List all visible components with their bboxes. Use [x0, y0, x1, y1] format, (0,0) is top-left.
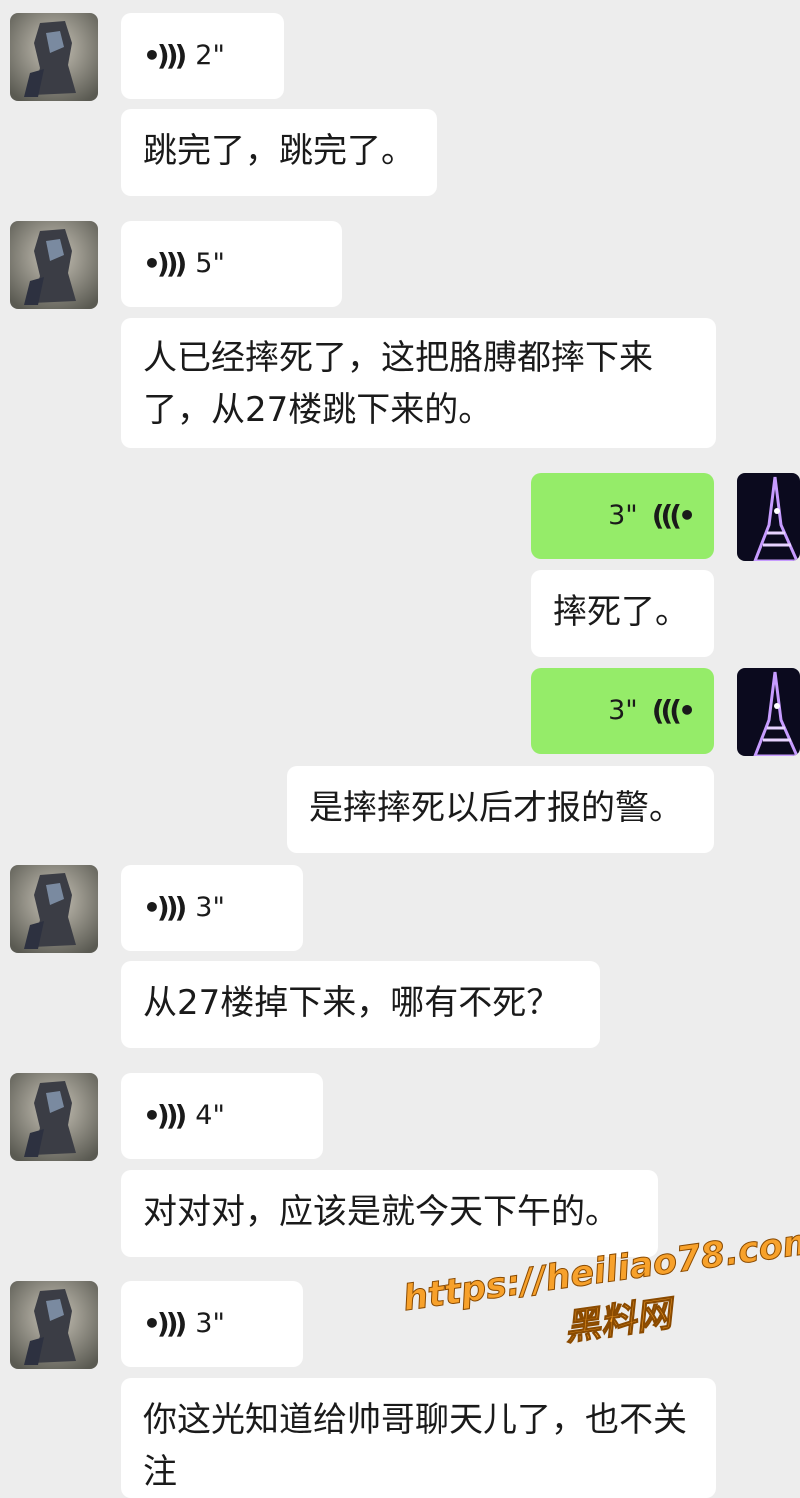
message-text: 对对对，应该是就今天下午的。 — [143, 1192, 619, 1232]
text-message[interactable]: 你这光知道给帅哥聊天儿了，也不关注 — [121, 1378, 716, 1498]
message-text: 跳完了，跳完了。 — [143, 131, 415, 171]
my-avatar[interactable] — [737, 668, 800, 756]
voice-duration: 3" — [608, 695, 638, 726]
voice-wave-icon: •))) — [143, 891, 187, 924]
message-text: 你这光知道给帅哥聊天儿了，也不关注 — [143, 1400, 687, 1492]
voice-message-sent[interactable]: 3" (((• — [531, 668, 714, 754]
voice-message[interactable]: •))) 3" — [121, 1281, 303, 1367]
tower-avatar-image — [737, 473, 800, 561]
my-avatar[interactable] — [737, 473, 800, 561]
text-message[interactable]: 跳完了，跳完了。 — [121, 109, 437, 196]
robot-avatar-image — [10, 13, 98, 101]
voice-message[interactable]: •))) 3" — [121, 865, 303, 951]
robot-avatar-image — [10, 865, 98, 953]
text-message-sent[interactable]: 是摔摔死以后才报的警。 — [287, 766, 714, 853]
text-message[interactable]: 人已经摔死了，这把胳膊都摔下来了，从27楼跳下来的。 — [121, 318, 716, 448]
voice-duration: 5" — [195, 248, 225, 279]
voice-wave-icon: •))) — [143, 1307, 187, 1340]
voice-duration: 3" — [195, 892, 225, 923]
text-message[interactable]: 从27楼掉下来，哪有不死？ — [121, 961, 600, 1048]
contact-avatar[interactable] — [10, 1281, 98, 1369]
contact-avatar[interactable] — [10, 865, 98, 953]
voice-message[interactable]: •))) 2" — [121, 13, 284, 99]
voice-message[interactable]: •))) 5" — [121, 221, 342, 307]
voice-wave-icon: (((• — [651, 499, 696, 532]
contact-avatar[interactable] — [10, 221, 98, 309]
text-message-sent[interactable]: 摔死了。 — [531, 570, 714, 657]
voice-duration: 4" — [195, 1100, 225, 1131]
voice-message-sent[interactable]: 3" (((• — [531, 473, 714, 559]
voice-wave-icon: •))) — [143, 247, 187, 280]
voice-wave-icon: •))) — [143, 39, 187, 72]
voice-wave-icon: (((• — [651, 694, 696, 727]
message-text: 从27楼掉下来，哪有不死？ — [143, 983, 561, 1023]
contact-avatar[interactable] — [10, 1073, 98, 1161]
voice-message[interactable]: •))) 4" — [121, 1073, 323, 1159]
message-text: 摔死了。 — [553, 592, 689, 632]
robot-avatar-image — [10, 221, 98, 309]
robot-avatar-image — [10, 1281, 98, 1369]
tower-avatar-image — [737, 668, 800, 756]
voice-duration: 3" — [195, 1308, 225, 1339]
message-text: 是摔摔死以后才报的警。 — [309, 788, 683, 828]
message-text: 人已经摔死了，这把胳膊都摔下来了，从27楼跳下来的。 — [143, 338, 653, 430]
voice-duration: 2" — [195, 40, 225, 71]
robot-avatar-image — [10, 1073, 98, 1161]
voice-duration: 3" — [608, 500, 638, 531]
contact-avatar[interactable] — [10, 13, 98, 101]
text-message[interactable]: 对对对，应该是就今天下午的。 — [121, 1170, 658, 1257]
voice-wave-icon: •))) — [143, 1099, 187, 1132]
